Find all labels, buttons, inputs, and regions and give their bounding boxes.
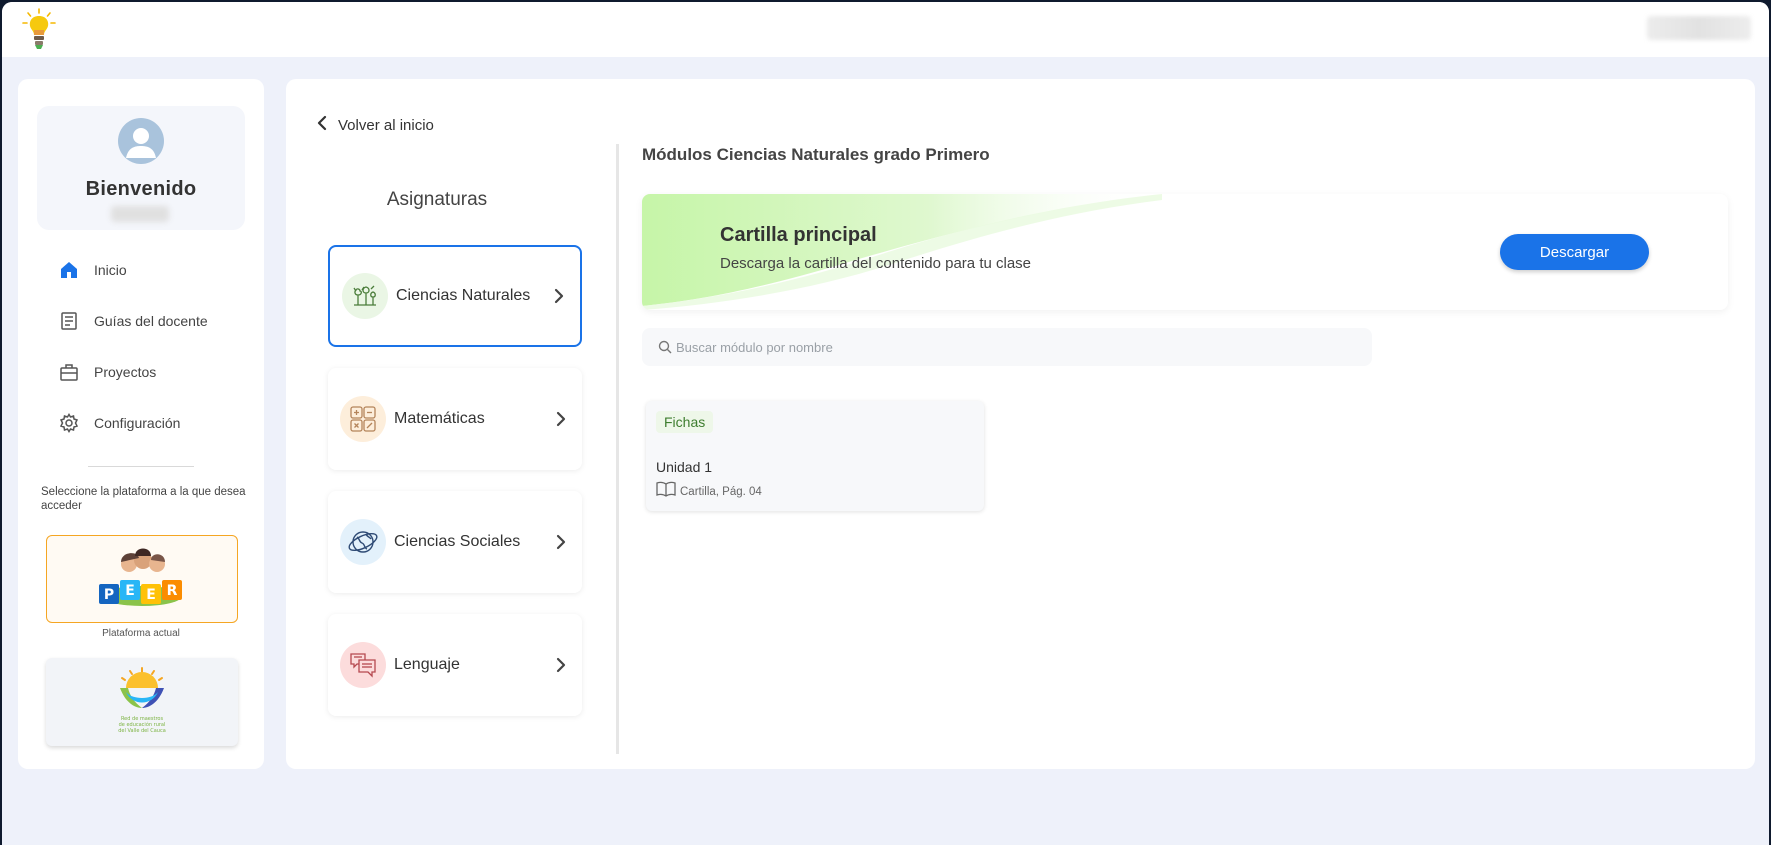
chevron-right-icon (556, 657, 566, 673)
sidebar-item-inicio[interactable]: Inicio (58, 244, 248, 295)
document-icon (58, 310, 80, 332)
top-bar (2, 2, 1769, 57)
module-tag: Fichas (656, 411, 714, 433)
chevron-right-icon (556, 534, 566, 550)
platform-card-peer[interactable]: P E E R (46, 535, 238, 623)
user-name (111, 206, 169, 222)
svg-text:R: R (167, 583, 178, 599)
banner-subtitle: Descarga la cartilla del contenido para … (720, 255, 1032, 272)
svg-text:P: P (104, 587, 114, 603)
avatar-icon (118, 118, 164, 164)
sidebar-item-label: Inicio (94, 261, 127, 278)
back-link[interactable]: Volver al inicio (316, 115, 434, 136)
subjects-title: Asignaturas (386, 189, 488, 210)
calculator-icon (340, 396, 386, 442)
vertical-divider (616, 144, 619, 754)
module-unit: Unidad 1 (656, 459, 713, 475)
svg-text:de educación rural: de educación rural (119, 721, 166, 728)
module-card[interactable]: Fichas Unidad 1 Cartilla, Pág. 04 (646, 401, 984, 511)
chat-icon (340, 642, 386, 688)
svg-text:E: E (125, 583, 135, 599)
sidebar: Bienvenido Inicio Guías del docente Proy… (18, 79, 264, 769)
sidebar-item-configuracion[interactable]: Configuración (58, 397, 248, 448)
home-icon (58, 259, 80, 281)
chevron-right-icon (554, 288, 564, 304)
sidebar-item-label: Guías del docente (94, 312, 208, 329)
welcome-title: Bienvenido (85, 178, 197, 200)
chevron-left-icon (316, 115, 328, 136)
user-menu[interactable] (1647, 16, 1751, 40)
main-panel: Volver al inicio Asignaturas Ciencias Na… (286, 79, 1755, 769)
subject-ciencias-sociales[interactable]: Ciencias Sociales (328, 491, 582, 593)
current-platform-caption: Plataforma actual (102, 628, 180, 639)
chevron-right-icon (556, 411, 566, 427)
plants-icon (342, 273, 388, 319)
subject-matematicas[interactable]: Matemáticas (328, 368, 582, 470)
search-input[interactable] (676, 339, 1336, 355)
back-link-label: Volver al inicio (338, 117, 434, 134)
sidebar-item-proyectos[interactable]: Proyectos (58, 346, 248, 397)
sidebar-item-label: Configuración (94, 414, 181, 431)
module-reference-text: Cartilla, Pág. 04 (680, 485, 762, 498)
module-search (642, 328, 1372, 366)
download-button[interactable]: Descargar (1500, 234, 1649, 270)
sidebar-divider (88, 466, 194, 467)
subject-label: Ciencias Sociales (394, 533, 521, 550)
search-icon (658, 340, 672, 354)
app-window: Bienvenido Inicio Guías del docente Proy… (2, 2, 1769, 845)
red-maestros-logo-icon: Red de maestros de educación rural del V… (118, 667, 166, 734)
platform-card-red-maestros[interactable]: Red de maestros de educación rural del V… (46, 658, 238, 746)
subject-label: Matemáticas (394, 410, 485, 427)
peer-logo-icon: P E E R (99, 548, 182, 606)
subject-label: Ciencias Naturales (396, 287, 531, 304)
banner-title: Cartilla principal (720, 224, 877, 246)
open-book-icon (656, 481, 676, 502)
gear-icon (58, 412, 80, 434)
subject-lenguaje[interactable]: Lenguaje (328, 614, 582, 716)
main-booklet-banner: Cartilla principal Descarga la cartilla … (642, 194, 1728, 310)
sidebar-item-guias[interactable]: Guías del docente (58, 295, 248, 346)
subject-label: Lenguaje (394, 656, 460, 673)
module-reference: Cartilla, Pág. 04 (656, 481, 762, 502)
sidebar-item-label: Proyectos (94, 363, 157, 380)
banner-decoration (642, 194, 1162, 310)
subject-ciencias-naturales[interactable]: Ciencias Naturales (328, 245, 582, 347)
svg-text:E: E (146, 587, 156, 603)
modules-title: Módulos Ciencias Naturales grado Primero (642, 145, 990, 164)
sidebar-nav: Inicio Guías del docente Proyectos Confi… (58, 244, 248, 448)
briefcase-icon (58, 361, 80, 383)
globe-icon (340, 519, 386, 565)
lightbulb-logo-icon[interactable] (22, 8, 56, 50)
welcome-card: Bienvenido (37, 106, 245, 230)
svg-text:del Valle del Cauca: del Valle del Cauca (118, 728, 166, 734)
platform-prompt: Seleccione la plataforma a la que desea … (41, 486, 246, 512)
